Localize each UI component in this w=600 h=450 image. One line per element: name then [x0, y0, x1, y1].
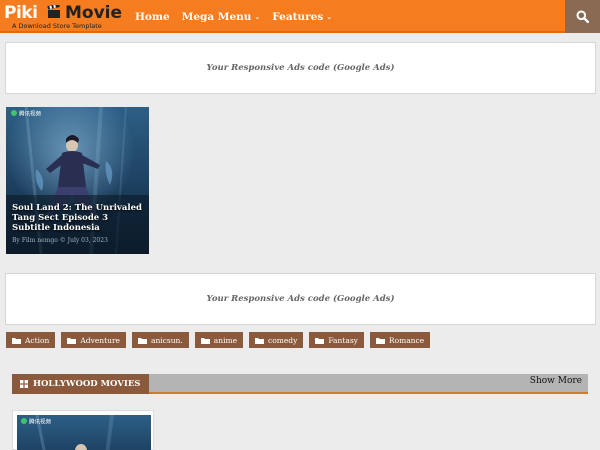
- logo-movie-text: Movie: [65, 3, 123, 23]
- post-title[interactable]: Soul Land 2: The Unrivaled Tang Sect Epi…: [12, 203, 146, 233]
- label-comedy[interactable]: comedy: [249, 332, 304, 348]
- logo-piki-text: Piki: [4, 3, 38, 23]
- movie-thumbnail[interactable]: 腾讯视频: [17, 414, 151, 450]
- folder-icon: [315, 337, 325, 344]
- folder-icon: [255, 337, 265, 344]
- label-adventure[interactable]: Adventure: [61, 332, 126, 348]
- movie-card[interactable]: 腾讯视频: [12, 410, 154, 450]
- label-text: comedy: [268, 335, 298, 345]
- folder-icon: [67, 337, 77, 344]
- ad-slot-top: Your Responsive Ads code (Google Ads): [5, 42, 596, 94]
- folder-icon: [12, 337, 21, 344]
- chevron-down-icon: ⌄: [254, 12, 261, 21]
- label-list: Action Adventure anicsun. anime comedy F…: [6, 332, 436, 348]
- section-title-text: HOLLYWOOD MOVIES: [33, 379, 141, 389]
- label-text: Romance: [388, 335, 425, 345]
- label-action[interactable]: Action: [6, 332, 56, 348]
- label-text: Action: [25, 335, 50, 345]
- label-fantasy[interactable]: Fantasy: [309, 332, 364, 348]
- ad-placeholder-text: Your Responsive Ads code (Google Ads): [206, 294, 395, 304]
- folder-icon: [200, 337, 210, 344]
- nav-features-label: Features: [272, 10, 324, 23]
- grid-icon: [20, 380, 28, 388]
- label-romance[interactable]: Romance: [369, 332, 431, 348]
- post-card[interactable]: 腾讯视频 Soul Land 2: The Unrivaled Tang Sec…: [6, 107, 149, 254]
- nav-mega-menu[interactable]: Mega Menu ⌄: [182, 11, 261, 23]
- chevron-down-icon: ⌄: [326, 12, 333, 21]
- label-anime[interactable]: anime: [194, 332, 244, 348]
- logo-tagline: A Download Store Template: [12, 22, 102, 30]
- search-button[interactable]: [565, 0, 600, 33]
- thumb-logo-text: 腾讯视频: [19, 110, 42, 118]
- clapperboard-icon: [47, 5, 60, 18]
- label-text: anicsun.: [150, 335, 183, 345]
- section-title: HOLLYWOOD MOVIES: [12, 374, 150, 394]
- ad-slot-middle: Your Responsive Ads code (Google Ads): [5, 273, 596, 325]
- label-text: Fantasy: [328, 335, 358, 345]
- ad-placeholder-text: Your Responsive Ads code (Google Ads): [206, 63, 395, 73]
- nav-home-label: Home: [135, 10, 170, 23]
- folder-icon: [375, 337, 385, 344]
- thumb-logo-text: 腾讯视频: [29, 418, 52, 426]
- search-icon: [576, 10, 589, 23]
- nav-mega-menu-label: Mega Menu: [181, 10, 252, 23]
- label-text: anime: [213, 335, 238, 345]
- site-logo[interactable]: Piki Movie A Download Store Template: [4, 3, 122, 31]
- nav-home[interactable]: Home: [135, 11, 170, 23]
- section-header-hollywood: HOLLYWOOD MOVIES Show More: [12, 374, 588, 394]
- main-nav: Home Mega Menu ⌄ Features ⌄: [135, 0, 344, 33]
- post-meta: By Film nemgo © July 03, 2023: [12, 237, 108, 244]
- site-header: Piki Movie A Download Store Template Hom…: [0, 0, 600, 33]
- nav-features[interactable]: Features ⌄: [272, 11, 332, 23]
- label-text: Adventure: [80, 335, 120, 345]
- show-more-link[interactable]: Show More: [530, 376, 582, 386]
- label-anicsun[interactable]: anicsun.: [131, 332, 189, 348]
- folder-icon: [137, 337, 147, 344]
